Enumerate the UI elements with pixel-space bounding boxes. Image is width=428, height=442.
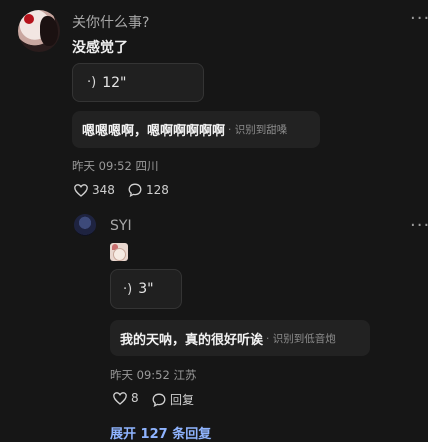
comment-bubble-icon <box>152 393 166 407</box>
author-name[interactable]: 关你什么事? <box>72 12 149 32</box>
voice-transcript: 嗯嗯嗯啊，嗯啊啊啊啊啊 · 识别到甜嗓 <box>72 111 320 148</box>
avatar-hair <box>40 16 58 46</box>
reply-like-count: 8 <box>131 391 139 405</box>
comment-time: 昨天 09:52 <box>72 159 132 173</box>
reply-meta: 昨天 09:52 江苏 <box>110 367 196 383</box>
reply-voice-duration: 3" <box>138 281 154 297</box>
reply-voice-transcript: 我的天呐，真的很好听诶 · 识别到低音炮 <box>110 320 370 356</box>
reply-time: 昨天 09:52 <box>110 368 170 382</box>
like-button[interactable]: 348 <box>74 183 115 197</box>
sticker-face <box>113 248 126 261</box>
sound-wave-icon: ·) <box>87 75 97 90</box>
reply-location: 江苏 <box>173 368 197 382</box>
reply-author-avatar[interactable] <box>74 214 96 236</box>
heart-icon <box>74 183 88 197</box>
comment-text: 没感觉了 <box>72 40 128 56</box>
reply-transcript-text: 我的天呐，真的很好听诶 <box>120 332 264 348</box>
reply-transcript-tag: · 识别到低音炮 <box>266 332 336 345</box>
sticker-emoji <box>110 243 128 261</box>
reply-voice-message[interactable]: ·) 3" <box>110 269 182 309</box>
transcript-tag: · 识别到甜嗓 <box>228 124 288 136</box>
comment-meta: 昨天 09:52 四川 <box>72 158 158 174</box>
reply-author-name[interactable]: SYI <box>110 218 132 234</box>
more-dots-icon[interactable]: ··· <box>410 10 428 28</box>
transcript-text: 嗯嗯嗯啊，嗯啊啊啊啊啊 <box>82 124 226 139</box>
voice-message[interactable]: ·) 12" <box>72 63 204 102</box>
reply-button-label: 回复 <box>170 393 195 407</box>
sound-wave-icon: ·) <box>123 281 133 297</box>
like-count: 348 <box>92 183 115 197</box>
reply-like-button[interactable]: 8 <box>113 391 139 405</box>
voice-duration: 12" <box>102 74 127 91</box>
avatar-rose <box>24 14 34 24</box>
reply-button[interactable]: 回复 <box>152 391 194 408</box>
comment-count: 128 <box>146 183 169 197</box>
author-avatar[interactable] <box>18 10 60 52</box>
comment-location: 四川 <box>135 159 159 173</box>
comment-bubble-icon <box>128 183 142 197</box>
reply-more-dots-icon[interactable]: ··· <box>410 217 428 235</box>
heart-icon <box>113 391 127 405</box>
expand-replies-link[interactable]: 展开 127 条回复 <box>110 423 211 442</box>
comment-button[interactable]: 128 <box>128 183 169 197</box>
